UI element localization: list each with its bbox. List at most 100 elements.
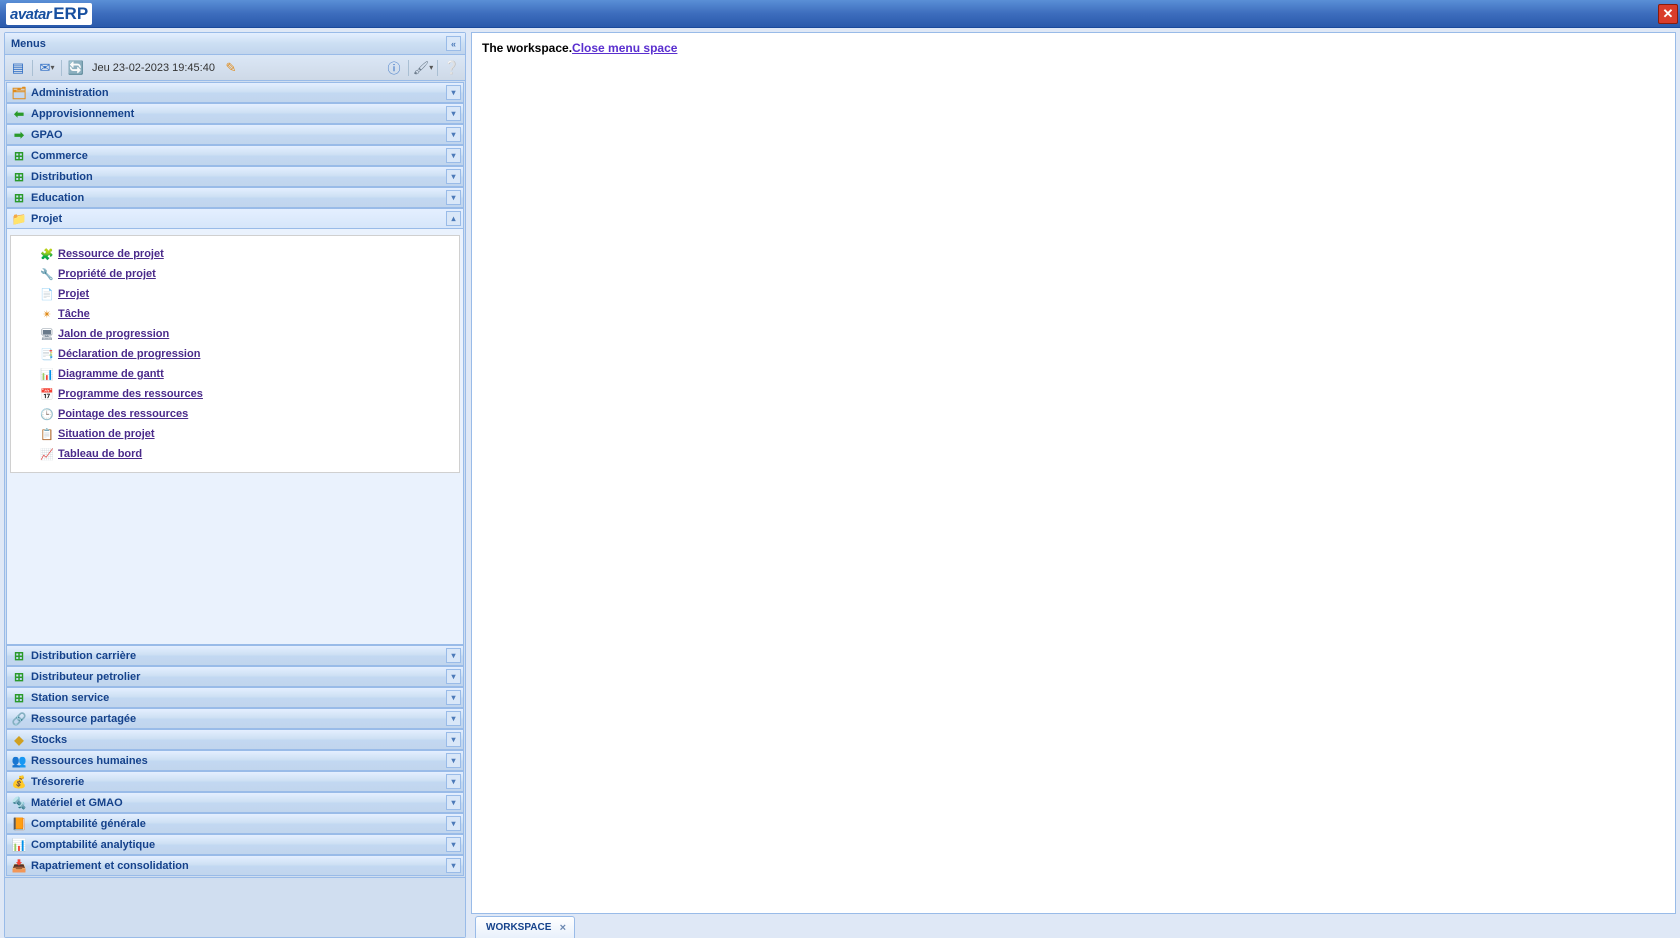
accordion-label: Distribution carrière	[31, 650, 446, 662]
logo-text-right: ERP	[53, 4, 88, 24]
accordion-header[interactable]: ➡GPAO▾	[6, 124, 464, 145]
accordion-header[interactable]: ⊞ Station service▾	[6, 687, 464, 708]
tree-item[interactable]: ✴ Tâche	[15, 304, 455, 324]
panel-footer-pad	[5, 877, 465, 937]
chevron-down-icon[interactable]: ▾	[446, 774, 461, 789]
chevron-down-icon[interactable]: ▾	[446, 858, 461, 873]
accordion-header[interactable]: ⊞Education▾	[6, 187, 464, 208]
workspace-area: The workspace.Close menu space WORKSPACE…	[471, 32, 1676, 938]
refresh-icon[interactable]: 🔄	[67, 59, 85, 77]
section-icon: 🗂	[11, 85, 27, 101]
accordion-header[interactable]: 📥Rapatriement et consolidation▾	[6, 855, 464, 876]
tree-item-link[interactable]: Déclaration de progression	[58, 348, 200, 360]
chevron-down-icon[interactable]: ▾	[446, 795, 461, 810]
chevron-down-icon[interactable]: ▾	[446, 190, 461, 205]
theme-icon[interactable]: 🖌▾	[414, 59, 432, 77]
chevron-down-icon[interactable]: ▾	[446, 753, 461, 768]
menus-panel-header: Menus «	[5, 33, 465, 55]
chevron-down-icon[interactable]: ▾	[446, 690, 461, 705]
info-icon[interactable]: ⓘ	[385, 59, 403, 77]
tree-item-link[interactable]: Tableau de bord	[58, 448, 142, 460]
close-menu-space-link[interactable]: Close menu space	[572, 41, 677, 55]
edit-icon[interactable]: ✎	[222, 59, 240, 77]
accordion-label: Ressources humaines	[31, 755, 446, 767]
workspace-tab-strip: WORKSPACE ×	[471, 914, 1676, 938]
accordion-header[interactable]: ⊞Distributeur petrolier▾	[6, 666, 464, 687]
chevron-down-icon[interactable]: ▾	[446, 106, 461, 121]
chevron-down-icon[interactable]: ▾	[446, 85, 461, 100]
accordion-label: Comptabilité analytique	[31, 839, 446, 851]
accordion-header[interactable]: 📁Projet▴	[6, 208, 464, 229]
accordion-label: Trésorerie	[31, 776, 446, 788]
tab-close-icon[interactable]: ×	[557, 922, 568, 933]
tree-item[interactable]: 📅 Programme des ressources	[15, 384, 455, 404]
tree-item-link[interactable]: Diagramme de gantt	[58, 368, 164, 380]
tree-item-link[interactable]: Programme des ressources	[58, 388, 203, 400]
tree-item-icon: 📄	[39, 286, 55, 302]
mail-icon[interactable]: ✉▾	[38, 59, 56, 77]
chevron-down-icon[interactable]: ▾	[446, 648, 461, 663]
tree-item-link[interactable]: Propriété de projet	[58, 268, 156, 280]
accordion-label: Projet	[31, 213, 446, 225]
menus-toolbar: ▤ ✉▾ 🔄 Jeu 23-02-2023 19:45:40 ✎ ⓘ 🖌▾ ❔	[5, 55, 465, 81]
accordion-header[interactable]: 📊 Comptabilité analytique▾	[6, 834, 464, 855]
accordion-label: Station service	[31, 692, 446, 704]
accordion-header[interactable]: 👥Ressources humaines▾	[6, 750, 464, 771]
chevron-double-left-icon: «	[451, 39, 456, 49]
section-icon: ⊞	[11, 690, 27, 706]
logo-text-left: avatar	[10, 6, 51, 23]
accordion-header[interactable]: ◆Stocks▾	[6, 729, 464, 750]
notes-icon[interactable]: ▤	[9, 59, 27, 77]
tree-item[interactable]: 🖥 Jalon de progression	[15, 324, 455, 344]
accordion-header[interactable]: 🔗Ressource partagée▾	[6, 708, 464, 729]
chevron-down-icon[interactable]: ▾	[446, 732, 461, 747]
window-close-button[interactable]: ✕	[1658, 4, 1678, 24]
tree-item-link[interactable]: Situation de projet	[58, 428, 155, 440]
accordion-header[interactable]: ⊞Commerce▾	[6, 145, 464, 166]
workspace-content: The workspace.Close menu space	[471, 32, 1676, 914]
tree-item-link[interactable]: Ressource de projet	[58, 248, 164, 260]
tree-item[interactable]: 🔧 Propriété de projet	[15, 264, 455, 284]
tree-item[interactable]: 📋 Situation de projet	[15, 424, 455, 444]
accordion-header[interactable]: 🗂 Administration▾	[6, 82, 464, 103]
tree-item-link[interactable]: Pointage des ressources	[58, 408, 188, 420]
accordion-header[interactable]: 📙Comptabilité générale▾	[6, 813, 464, 834]
tree-item-icon: 📊	[39, 366, 55, 382]
chevron-up-icon[interactable]: ▴	[446, 211, 461, 226]
accordion-nav: 🗂Administration▾⬅Approvisionnement▾➡GPAO…	[5, 81, 465, 877]
title-bar: avatar ERP ✕	[0, 0, 1680, 28]
chevron-down-icon[interactable]: ▾	[446, 127, 461, 142]
tree-item-link[interactable]: Tâche	[58, 308, 90, 320]
tree-item-icon: 🔧	[39, 266, 55, 282]
accordion-header[interactable]: ⊞Distribution carrière▾	[6, 645, 464, 666]
accordion-header[interactable]: ⊞Distribution▾	[6, 166, 464, 187]
tree-item-link[interactable]: Jalon de progression	[58, 328, 169, 340]
chevron-down-icon[interactable]: ▾	[446, 669, 461, 684]
tree-item-icon: 🕒	[39, 406, 55, 422]
workspace-tab-label: WORKSPACE	[486, 922, 551, 933]
section-icon: 📊	[11, 837, 27, 853]
menus-panel-title: Menus	[11, 38, 46, 50]
help-icon[interactable]: ❔	[443, 59, 461, 77]
collapse-sidebar-button[interactable]: «	[446, 36, 461, 51]
workspace-tab[interactable]: WORKSPACE ×	[475, 916, 575, 938]
chevron-down-icon[interactable]: ▾	[446, 148, 461, 163]
section-icon: 🔩	[11, 795, 27, 811]
accordion-label: Administration	[31, 87, 446, 99]
accordion-header[interactable]: 💰Trésorerie▾	[6, 771, 464, 792]
tree-item-icon: 📈	[39, 446, 55, 462]
chevron-down-icon[interactable]: ▾	[446, 169, 461, 184]
tree-item-link[interactable]: Projet	[58, 288, 89, 300]
tree-item[interactable]: 🕒 Pointage des ressources	[15, 404, 455, 424]
accordion-header[interactable]: ⬅Approvisionnement▾	[6, 103, 464, 124]
tree-item[interactable]: 📄 Projet	[15, 284, 455, 304]
tree-item[interactable]: 🧩 Ressource de projet	[15, 244, 455, 264]
tree-item[interactable]: 📈 Tableau de bord	[15, 444, 455, 464]
chevron-down-icon[interactable]: ▾	[446, 837, 461, 852]
tree-item[interactable]: 📑 Déclaration de progression	[15, 344, 455, 364]
section-icon: 🔗	[11, 711, 27, 727]
accordion-header[interactable]: 🔩Matériel et GMAO▾	[6, 792, 464, 813]
tree-item[interactable]: 📊 Diagramme de gantt	[15, 364, 455, 384]
chevron-down-icon[interactable]: ▾	[446, 711, 461, 726]
chevron-down-icon[interactable]: ▾	[446, 816, 461, 831]
